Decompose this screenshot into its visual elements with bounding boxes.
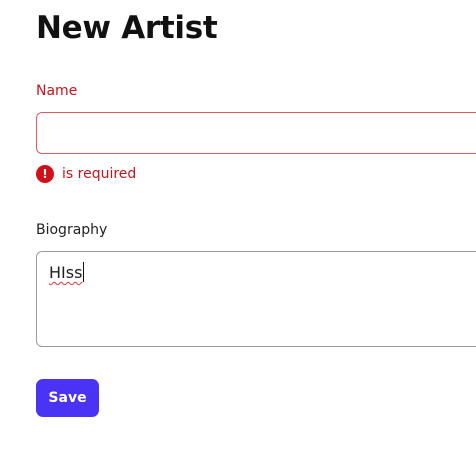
name-error-text: is required	[62, 166, 137, 182]
biography-value-wrapper: HIss	[49, 262, 85, 282]
text-caret	[83, 262, 85, 282]
biography-label: Biography	[36, 222, 108, 238]
save-button[interactable]: Save	[36, 379, 99, 417]
new-artist-page: New Artist Name ! is required Biography …	[0, 0, 476, 449]
biography-field[interactable]: HIss	[36, 251, 476, 347]
biography-value: HIss	[49, 263, 83, 282]
page-title: New Artist	[36, 10, 218, 46]
exclamation-circle-icon: !	[36, 165, 54, 183]
name-label: Name	[36, 83, 78, 99]
name-error-message: ! is required	[36, 165, 136, 183]
name-field[interactable]	[36, 112, 476, 154]
